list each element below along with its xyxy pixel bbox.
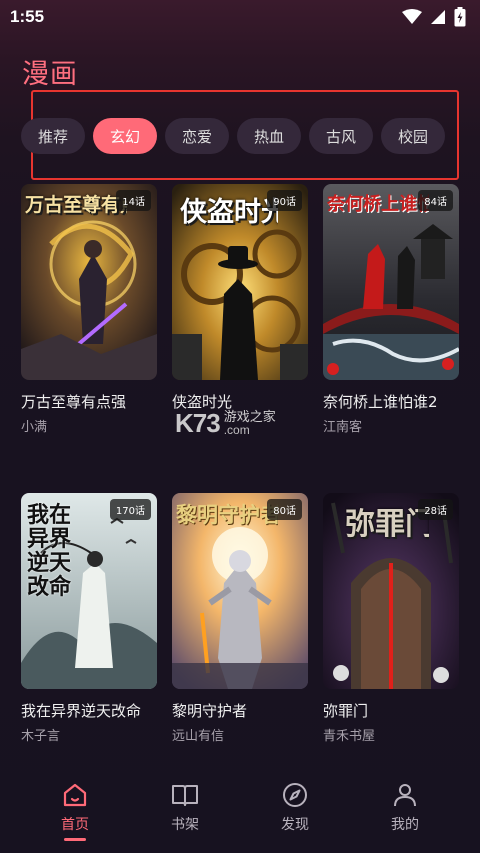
- red-bridge-cover[interactable]: 奈何桥上谁怕谁 84话: [323, 184, 459, 380]
- cover-title-art: 我在异界逆天改命: [27, 502, 72, 600]
- tab-fantasy[interactable]: 玄幻: [93, 118, 157, 154]
- tab-ancient[interactable]: 古风: [309, 118, 373, 154]
- comic-author: 远山有信: [172, 729, 225, 744]
- bottom-nav: 首页 书架 发现 我的: [0, 770, 480, 853]
- nav-active-indicator: [64, 838, 86, 841]
- book-icon: [172, 785, 198, 806]
- ink-cultivator-cover[interactable]: 我在异界逆天改命 170话: [21, 493, 157, 689]
- dragon-warrior-cover[interactable]: 万古至尊有点强 14话: [21, 184, 157, 380]
- tab-action[interactable]: 热血: [237, 118, 301, 154]
- tab-recommend[interactable]: 推荐: [21, 118, 85, 154]
- nav-discover[interactable]: 发现: [255, 770, 335, 853]
- episode-badge: 170话: [109, 499, 151, 520]
- cover-title-art: 黎明守护者: [176, 502, 278, 527]
- cover-title-art: 侠盗时光: [180, 197, 278, 228]
- comic-author: 小满: [21, 420, 48, 435]
- tab-romance[interactable]: 恋爱: [165, 118, 229, 154]
- comic-title: 弥罪门: [323, 702, 369, 720]
- status-time: 1:55: [10, 7, 45, 26]
- comic-card[interactable]: 弥罪门 28话 弥罪门 青禾书屋: [323, 493, 459, 744]
- watermark-domain: .com: [223, 423, 250, 437]
- person-icon: [394, 784, 416, 807]
- wifi-icon: [402, 9, 422, 24]
- nav-home-label: 首页: [61, 817, 89, 833]
- comic-card[interactable]: 我在异界逆天改命 170话 我在异界逆天改命 木子言: [21, 493, 157, 744]
- nav-discover-label: 发现: [281, 817, 309, 833]
- episode-badge: 84话: [418, 190, 453, 211]
- status-bar: 1:55: [0, 0, 480, 34]
- home-icon: [63, 783, 87, 807]
- episode-badge: 90话: [267, 190, 302, 211]
- episode-badge: 14话: [116, 190, 151, 211]
- page-title: 漫画: [22, 59, 78, 90]
- status-icons: [402, 7, 466, 27]
- comic-author: 江南客: [323, 420, 363, 435]
- comic-author: 青禾书屋: [323, 729, 376, 744]
- comic-title: 黎明守护者: [172, 702, 248, 720]
- comic-title: 奈何桥上谁怕谁2: [323, 393, 438, 411]
- cover-title-art: 弥罪门: [345, 507, 429, 542]
- nav-bookshelf[interactable]: 书架: [145, 770, 225, 853]
- comic-card[interactable]: 侠盗时光 90话 侠盗时光: [172, 184, 308, 416]
- nav-home[interactable]: 首页: [35, 770, 115, 853]
- comic-author: 木子言: [21, 729, 61, 744]
- category-tabs: 推荐 玄幻 恋爱 热血 古风 校园: [21, 118, 480, 154]
- nav-bookshelf-label: 书架: [171, 817, 199, 833]
- cover-title-art: 奈何桥上谁怕谁: [327, 194, 429, 215]
- episode-badge: 28话: [418, 499, 453, 520]
- tab-school[interactable]: 校园: [381, 118, 445, 154]
- watermark-logo: K73: [175, 408, 221, 438]
- comic-card[interactable]: 黎明守护者 80话 黎明守护者 远山有信: [172, 493, 308, 744]
- episode-badge: 80话: [267, 499, 302, 520]
- nav-profile-label: 我的: [391, 817, 419, 833]
- compass-icon: [283, 783, 307, 807]
- dark-gate-cover[interactable]: 弥罪门 28话: [323, 493, 459, 689]
- comic-title: 我在异界逆天改命: [21, 702, 142, 720]
- clockwork-thief-cover[interactable]: 侠盗时光 90话: [172, 184, 308, 380]
- comic-card[interactable]: 万古至尊有点强 14话 万古至尊有点强 小满: [21, 184, 157, 435]
- comic-card[interactable]: 奈何桥上谁怕谁 84话 奈何桥上谁怕谁2 江南客: [323, 184, 459, 435]
- cover-title-art: 万古至尊有点强: [25, 194, 127, 216]
- nav-profile[interactable]: 我的: [365, 770, 445, 853]
- cell-signal-icon: [431, 10, 445, 24]
- comic-title: 万古至尊有点强: [21, 393, 127, 411]
- golden-knight-cover[interactable]: 黎明守护者 80话: [172, 493, 308, 689]
- watermark: K73 游戏之家 .com: [175, 408, 276, 439]
- battery-icon: [454, 7, 466, 27]
